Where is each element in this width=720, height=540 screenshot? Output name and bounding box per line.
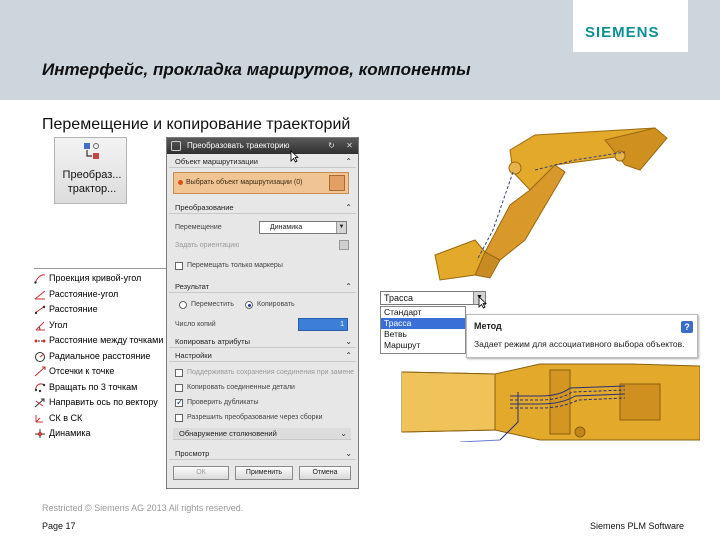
route-method-select[interactable]: Трасса▼	[380, 291, 486, 305]
help-icon: ?	[681, 321, 693, 333]
required-indicator-icon	[178, 180, 183, 185]
section-transform[interactable]: Преобразование ⌃	[169, 202, 356, 214]
chevron-down-icon: ⌄	[345, 449, 352, 458]
frame-top-view-model	[401, 363, 700, 442]
transformation-method-list: Проекция кривой-угол Расстояние-угол Рас…	[34, 268, 166, 442]
copy-connected-parts-checkbox[interactable]	[175, 384, 183, 392]
collision-detection-subsection[interactable]: Обнаружение столкновений ⌄	[173, 428, 351, 440]
slide-subtitle: Перемещение и копирование траекторий	[42, 116, 351, 133]
distance-angle-icon	[34, 290, 46, 300]
ok-button[interactable]: ОК	[173, 466, 229, 480]
chevron-up-icon: ⌃	[345, 282, 352, 291]
list-divider	[34, 268, 166, 269]
close-icon[interactable]: ✕	[345, 141, 354, 151]
option-branch[interactable]: Ветвь	[381, 329, 465, 340]
keep-connections-checkbox[interactable]	[175, 369, 183, 377]
check-duplicates-checkbox[interactable]	[175, 397, 184, 408]
apply-button[interactable]: Применить	[235, 466, 293, 480]
cancel-button[interactable]: Отмена	[299, 466, 351, 480]
reset-icon[interactable]: ↻	[327, 141, 336, 151]
copy-radio[interactable]	[245, 301, 253, 309]
menu-item-angle[interactable]: Угол	[34, 318, 166, 334]
option-path[interactable]: Маршрут	[381, 340, 465, 351]
axis-vector-icon	[34, 398, 45, 408]
movement-label: Перемещение	[175, 224, 222, 231]
dialog-app-icon	[171, 141, 181, 151]
selection-filter-icon[interactable]	[329, 175, 345, 191]
footer-company: Siemens PLM Software	[590, 521, 685, 531]
siemens-logo-text: SIEMENS	[585, 24, 660, 41]
set-orientation-label: Задать ориентацию	[175, 242, 240, 249]
option-route[interactable]: Трасса	[381, 318, 465, 329]
allow-assembly-transform-checkbox[interactable]	[175, 414, 183, 422]
menu-item-point-distance[interactable]: Расстояние между точками	[34, 333, 166, 349]
chevron-down-icon: ▼	[336, 222, 346, 233]
route-method-options: Стандарт Трасса Ветвь Маршрут	[380, 306, 466, 354]
point-to-point-icon	[34, 339, 46, 343]
chevron-up-icon: ⌃	[345, 157, 352, 166]
menu-item-rotate-3-points[interactable]: Вращать по 3 точкам	[34, 380, 166, 396]
section-route-object[interactable]: Объект маршрутизации ⌃	[169, 156, 356, 168]
page-number: Page 17	[42, 521, 76, 531]
chevron-up-icon: ⌃	[345, 351, 352, 360]
radial-distance-icon	[35, 351, 45, 362]
menu-item-align-axis-vector[interactable]: Направить ось по вектору	[34, 395, 166, 411]
section-preview[interactable]: Просмотр ⌄	[169, 448, 356, 460]
select-route-object-row[interactable]: Выбрать объект маршрутизации (0)	[173, 172, 349, 194]
movement-method-select[interactable]: Динамика ▼	[259, 221, 347, 234]
chevron-down-icon: ⌄	[345, 337, 352, 346]
excavator-arm-model	[434, 127, 668, 281]
distance-icon	[34, 305, 46, 315]
dynamic-icon	[35, 429, 45, 439]
option-standard[interactable]: Стандарт	[381, 307, 465, 318]
move-markers-checkbox[interactable]	[175, 262, 183, 270]
footer-copyright: Restricted © Siemens AG 2013 All rights …	[42, 503, 244, 513]
slide-title: Интерфейс, прокладка маршрутов, компонен…	[42, 60, 471, 79]
transform-path-icon	[84, 143, 99, 159]
csys-icon	[35, 414, 43, 423]
menu-item-dynamic[interactable]: Динамика	[34, 426, 166, 442]
mouse-cursor-icon	[478, 296, 487, 309]
chevron-up-icon: ⌃	[345, 203, 352, 212]
mouse-cursor-icon	[290, 150, 299, 163]
dialog-title-bar: Преобразовать траекторию ↻ ✕	[167, 138, 358, 154]
copies-count-input[interactable]: 1	[298, 318, 348, 331]
menu-item-radial-distance[interactable]: Радиальное расстояние	[34, 349, 166, 365]
ribbon-button-label: Преобраз... трактор...	[62, 169, 122, 195]
transform-route-ribbon-button[interactable]: Преобраз... трактор...	[54, 137, 127, 204]
copies-label: Число копий	[175, 321, 216, 328]
orientation-icon[interactable]	[339, 240, 349, 250]
method-tooltip: Метод Задает режим для ассоциативного вы…	[466, 314, 698, 358]
section-settings[interactable]: Настройки ⌃	[169, 350, 356, 362]
menu-item-distance[interactable]: Расстояние	[34, 302, 166, 318]
menu-item-csys-to-csys[interactable]: СК в СК	[34, 411, 166, 427]
menu-item-curve-projection[interactable]: Проекция кривой-угол	[34, 271, 166, 287]
section-copy-attributes[interactable]: Копировать атрибуты ⌄	[169, 336, 356, 348]
point-to-point-move-icon	[34, 366, 46, 377]
menu-item-point-to-point[interactable]: Отсечки к точке	[34, 364, 166, 380]
move-radio[interactable]	[179, 301, 187, 309]
dialog-title: Преобразовать траекторию	[187, 141, 290, 150]
section-results[interactable]: Результат ⌃	[169, 281, 356, 293]
transform-route-dialog: Преобразовать траекторию ↻ ✕ Объект марш…	[166, 137, 359, 489]
angle-icon	[35, 321, 45, 331]
menu-item-distance-angle[interactable]: Расстояние-угол	[34, 287, 166, 303]
rotate-three-points-icon	[34, 383, 46, 392]
chevron-down-icon: ⌄	[340, 429, 347, 438]
curve-angle-icon	[34, 274, 46, 284]
